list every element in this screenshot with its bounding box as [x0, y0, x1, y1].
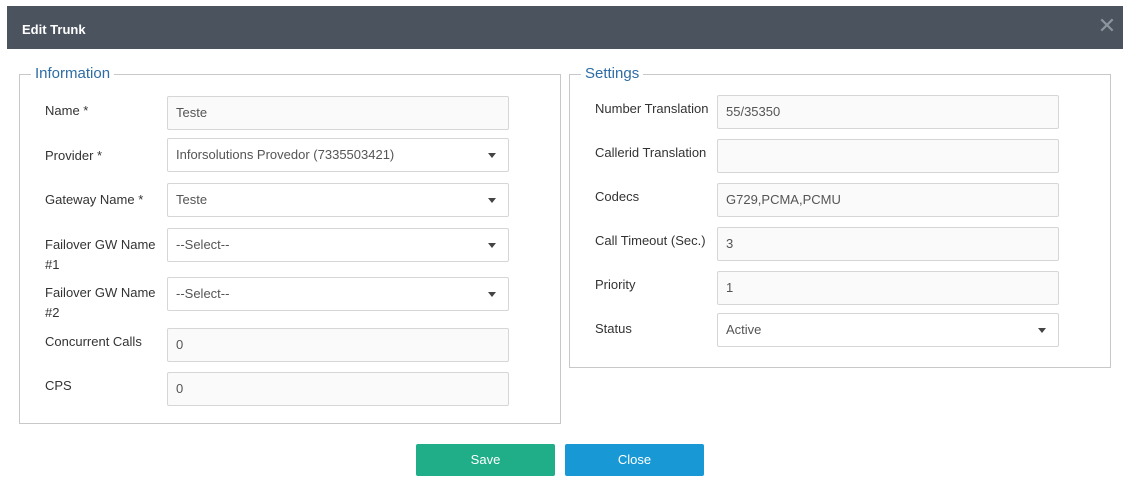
failover-gw-1-select-value: --Select--: [176, 237, 230, 252]
provider-select[interactable]: Inforsolutions Provedor (7335503421): [167, 138, 509, 172]
failover-gw-2-select[interactable]: --Select--: [167, 277, 509, 311]
information-fieldset: Information Name * Teste Provider * Info…: [19, 65, 561, 424]
name-label: Name *: [45, 103, 89, 118]
settings-legend: Settings: [581, 65, 644, 83]
modal-title: Edit Trunk: [22, 22, 86, 37]
settings-fieldset: Settings Number Translation 55/35350 Cal…: [569, 65, 1111, 368]
gateway-name-label: Gateway Name *: [45, 192, 144, 207]
concurrent-calls-label: Concurrent Calls: [45, 334, 142, 349]
callerid-translation-label: Callerid Translation: [595, 145, 707, 160]
close-button[interactable]: Close: [565, 444, 704, 476]
failover-gw-1-label: Failover GW Name #1: [45, 237, 156, 272]
priority-input[interactable]: 1: [717, 271, 1059, 305]
chevron-down-icon: [1038, 328, 1046, 333]
provider-select-value: Inforsolutions Provedor (7335503421): [176, 147, 395, 162]
chevron-down-icon: [488, 292, 496, 297]
call-timeout-input[interactable]: 3: [717, 227, 1059, 261]
save-button[interactable]: Save: [416, 444, 555, 476]
codecs-input[interactable]: G729,PCMA,PCMU: [717, 183, 1059, 217]
provider-label: Provider *: [45, 148, 103, 163]
close-icon[interactable]: ✕: [1097, 15, 1117, 37]
status-select-value: Active: [726, 322, 762, 337]
call-timeout-label: Call Timeout (Sec.): [595, 233, 706, 248]
failover-gw-2-label: Failover GW Name #2: [45, 285, 156, 320]
status-select[interactable]: Active: [717, 313, 1059, 347]
cps-label: CPS: [45, 378, 72, 393]
information-legend: Information: [31, 65, 115, 83]
name-input[interactable]: Teste: [167, 96, 509, 130]
priority-label: Priority: [595, 277, 636, 292]
chevron-down-icon: [488, 198, 496, 203]
number-translation-input[interactable]: 55/35350: [717, 95, 1059, 129]
cps-input[interactable]: 0: [167, 372, 509, 406]
gateway-name-select[interactable]: Teste: [167, 183, 509, 217]
concurrent-calls-input[interactable]: 0: [167, 328, 509, 362]
modal-header: Edit Trunk ✕: [7, 6, 1123, 49]
chevron-down-icon: [488, 243, 496, 248]
failover-gw-1-select[interactable]: --Select--: [167, 228, 509, 262]
callerid-translation-input[interactable]: [717, 139, 1059, 173]
number-translation-label: Number Translation: [595, 101, 709, 116]
gateway-name-select-value: Teste: [176, 192, 208, 207]
chevron-down-icon: [488, 153, 496, 158]
status-label: Status: [595, 321, 632, 336]
codecs-label: Codecs: [595, 189, 640, 204]
failover-gw-2-select-value: --Select--: [176, 286, 230, 301]
